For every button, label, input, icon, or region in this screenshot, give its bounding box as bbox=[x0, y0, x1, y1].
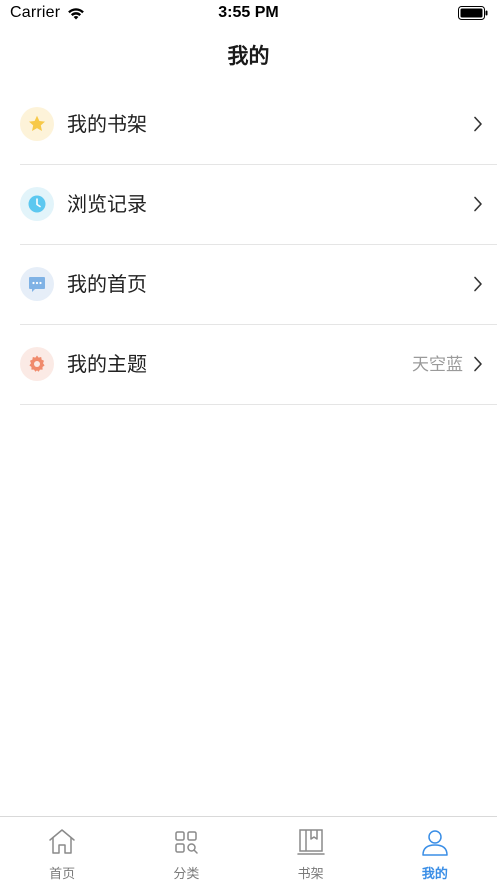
theme-value: 天空蓝 bbox=[412, 355, 463, 375]
chevron-right-icon bbox=[474, 196, 482, 212]
menu-item-history[interactable]: 浏览记录 bbox=[20, 165, 497, 245]
menu-item-homepage[interactable]: 我的首页 bbox=[20, 245, 497, 325]
chevron-right-icon bbox=[474, 356, 482, 372]
tab-label: 书架 bbox=[297, 867, 324, 882]
gear-icon bbox=[20, 347, 54, 381]
profile-menu-list: 我的书架 浏览记录 我的首页 我的主题 天空蓝 bbox=[20, 85, 497, 405]
profile-icon bbox=[422, 830, 448, 856]
clock-icon bbox=[20, 187, 54, 221]
tab-bar: 首页 分类 书架 我的 bbox=[0, 816, 497, 883]
menu-item-bookshelf[interactable]: 我的书架 bbox=[20, 85, 497, 165]
page-title: 我的 bbox=[227, 44, 270, 68]
status-bar: Carrier 3:55 PM bbox=[0, 0, 497, 28]
menu-item-label: 浏览记录 bbox=[67, 192, 147, 216]
tab-label: 首页 bbox=[49, 867, 76, 882]
profile-screen: Carrier 3:55 PM 我的 我的书架 浏览记录 我的首页 我的主题 天… bbox=[0, 0, 497, 883]
status-time: 3:55 PM bbox=[218, 4, 279, 21]
category-icon bbox=[175, 831, 199, 854]
menu-item-label: 我的书架 bbox=[67, 112, 147, 136]
bookshelf-icon bbox=[296, 829, 325, 855]
chevron-right-icon bbox=[474, 276, 482, 292]
star-icon bbox=[20, 107, 54, 141]
tab-label: 我的 bbox=[421, 867, 448, 882]
menu-item-theme[interactable]: 我的主题 天空蓝 bbox=[20, 325, 497, 405]
menu-item-label: 我的首页 bbox=[67, 272, 147, 296]
tab-bookshelf[interactable]: 书架 bbox=[249, 817, 373, 883]
message-icon bbox=[20, 267, 54, 301]
tab-profile[interactable]: 我的 bbox=[373, 817, 497, 883]
tab-category[interactable]: 分类 bbox=[124, 817, 248, 883]
battery-full-icon bbox=[458, 6, 488, 20]
chevron-right-icon bbox=[474, 116, 482, 132]
tab-label: 分类 bbox=[173, 867, 200, 882]
menu-item-label: 我的主题 bbox=[67, 352, 147, 376]
tab-home[interactable]: 首页 bbox=[0, 817, 124, 883]
home-icon bbox=[49, 829, 75, 854]
